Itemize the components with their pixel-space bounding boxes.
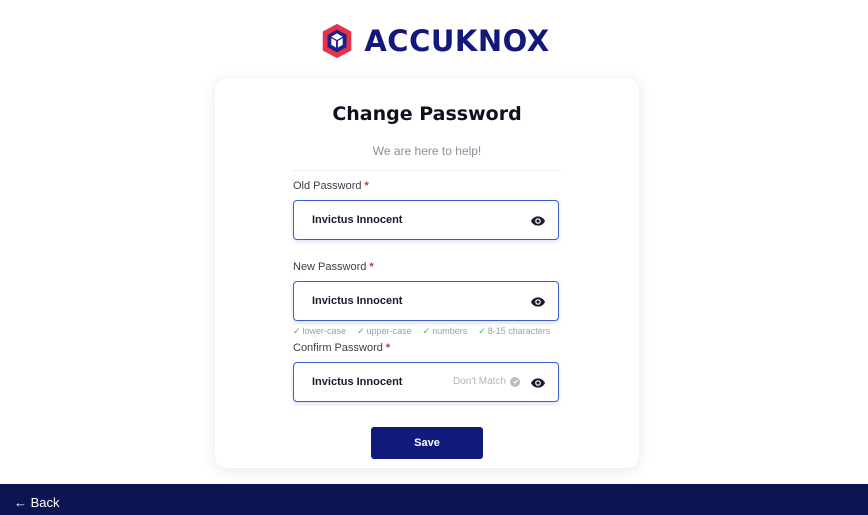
eye-icon[interactable] [530,375,546,391]
accuknox-logo: ACCUKNOX [0,22,868,60]
new-password-label-text: New Password [293,261,367,273]
required-marker: * [369,261,374,273]
page-title: Change Password [332,103,522,125]
confirm-password-label: Confirm Password * [293,342,390,354]
rule-item: ✓ lower-case [293,326,347,336]
old-password-value: Invictus Innocent [312,214,403,226]
required-marker: * [385,342,391,354]
check-icon: ✓ [357,326,365,336]
old-password-field[interactable]: Invictus Innocent [293,200,559,240]
check-icon: ✓ [293,326,301,336]
change-password-card: Change Password We are here to help! Old… [215,78,639,468]
new-password-value: Invictus Innocent [312,295,403,307]
rule-item: ✓ numbers [422,326,468,336]
check-icon: ✓ [422,326,431,336]
password-rules: ✓ lower-case ✓ upper-case ✓ numbers ✓ 8-15 c… [293,326,563,337]
eye-icon[interactable] [530,294,546,310]
save-button[interactable]: Save [371,427,483,459]
old-password-label-text: Old Password [293,180,362,192]
rule-item: ✓ 8-15 characters [478,326,551,336]
old-password-label: Old Password * [293,180,369,192]
divider [293,170,561,171]
footer-bar: ← Back [0,484,868,515]
brand-name: ACCUKNOX [364,24,550,58]
check-circle-icon [510,376,520,387]
back-link[interactable]: ← Back [14,495,60,510]
required-marker: * [364,180,369,192]
new-password-label: New Password * [293,261,374,273]
new-password-field[interactable]: Invictus Innocent [293,281,559,321]
confirm-password-label-text: Confirm Password [293,342,383,354]
eye-icon[interactable] [530,213,546,229]
accuknox-logo-icon [323,23,352,59]
confirm-password-field[interactable]: Invictus Innocent Don't Match [293,362,559,402]
rule-item: ✓ upper-case [357,326,412,336]
mismatch-text: Don't Match [452,376,506,387]
confirm-password-value: Invictus Innocent [312,376,403,388]
check-icon: ✓ [478,326,486,336]
mismatch-status: Don't Match [453,376,520,387]
page-subtitle: We are here to help! [372,144,482,158]
